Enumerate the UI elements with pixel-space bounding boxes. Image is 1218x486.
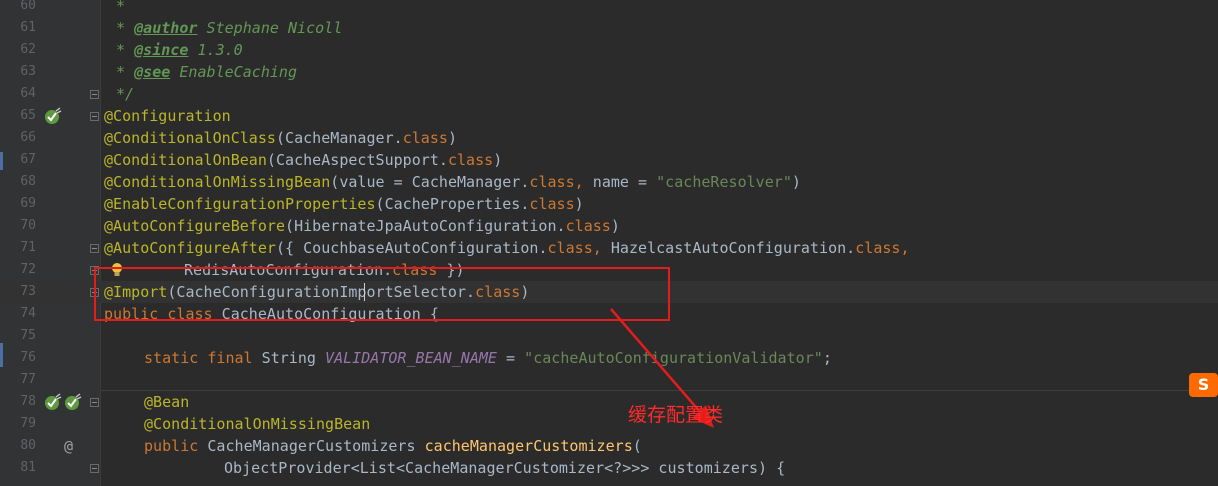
sogou-ime-icon[interactable]: S [1189, 373, 1218, 397]
callout-arrow [610, 308, 714, 428]
callout-label: 缓存配置类 [628, 404, 724, 426]
